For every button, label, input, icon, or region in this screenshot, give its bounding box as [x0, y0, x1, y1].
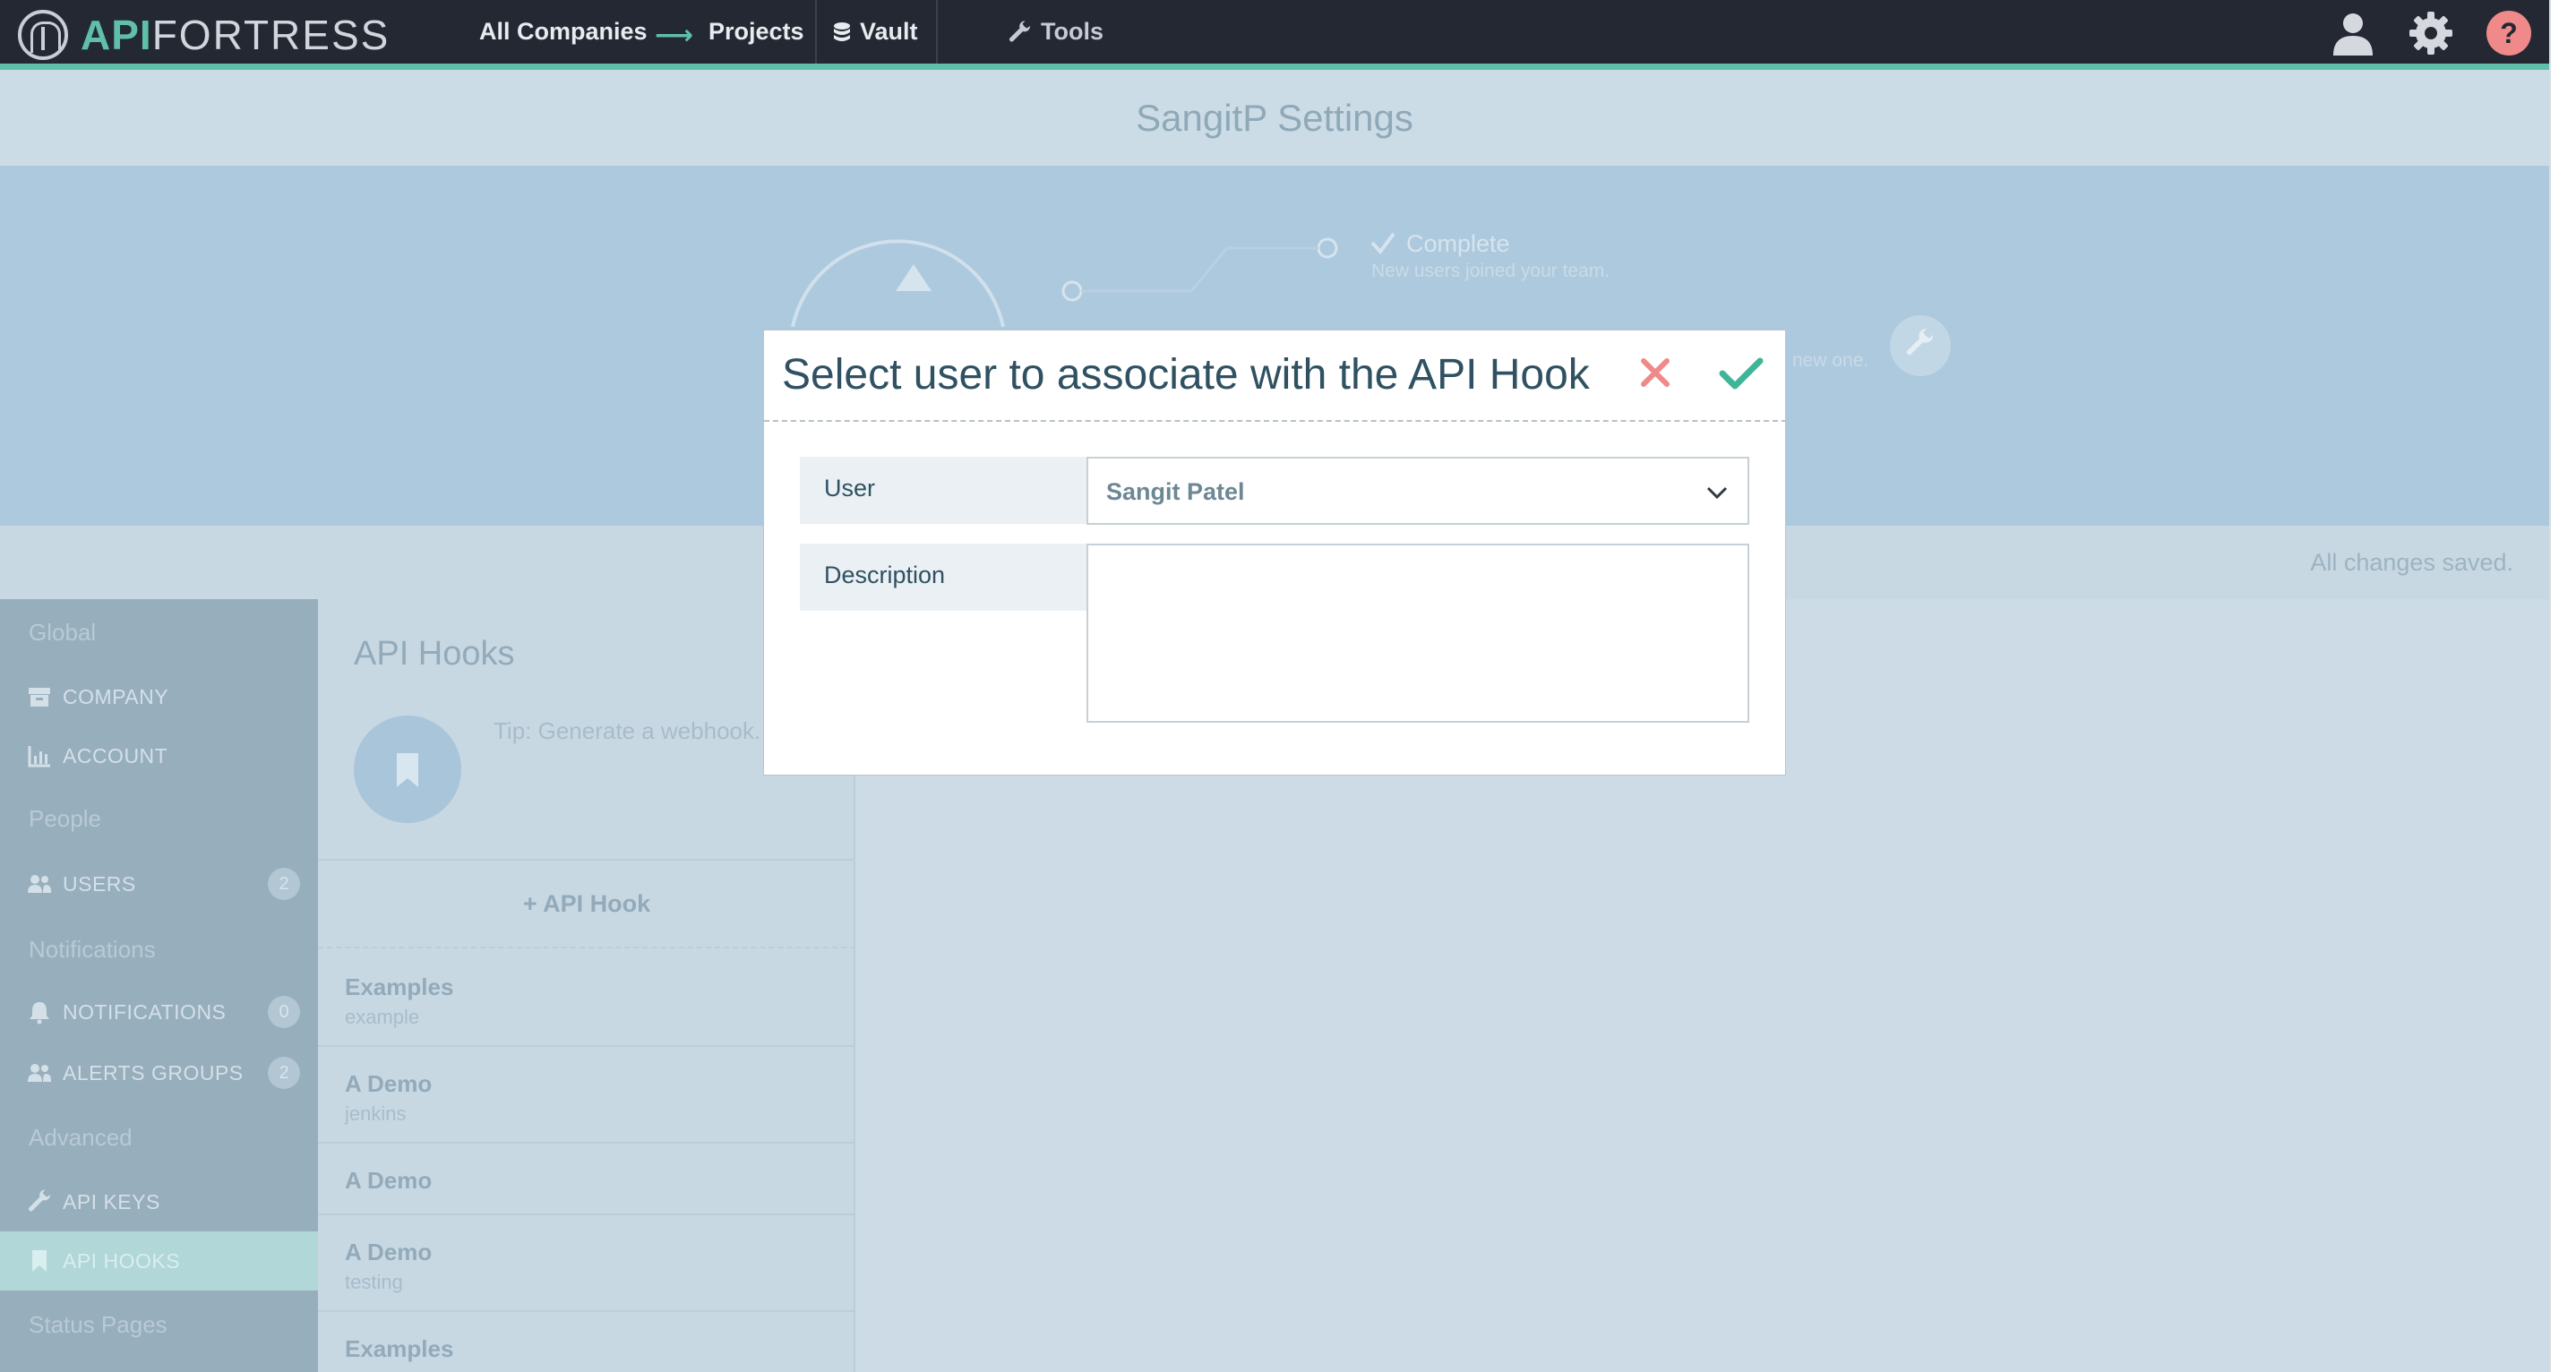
hooks-tip: Tip: Generate a webhook.	[494, 717, 761, 744]
scrollbar-track[interactable]	[2549, 0, 2576, 1372]
check-icon	[1370, 232, 1395, 255]
hook-name: Examples	[345, 1335, 454, 1362]
description-field-label: Description	[800, 544, 1086, 611]
nav-projects-label: Projects	[708, 18, 804, 45]
hook-list-item[interactable]: A Demo jenkins	[318, 1047, 855, 1144]
api-hooks-title: API Hooks	[354, 635, 515, 673]
hook-list-item[interactable]: Examples example	[318, 950, 855, 1047]
hooks-badge	[354, 716, 461, 823]
confirm-check-icon[interactable]	[1717, 350, 1765, 395]
sidebar-item-label: COMPANY	[63, 684, 169, 708]
nav-all-companies-label: All Companies	[479, 18, 648, 45]
user-select-value: Sangit Patel	[1106, 478, 1245, 505]
sidebar-item-users[interactable]: USERS 2	[0, 854, 318, 913]
bookmark-icon	[397, 753, 418, 787]
modal-divider	[764, 420, 1787, 422]
sidebar-section-advanced: Advanced	[29, 1124, 133, 1151]
description-textarea[interactable]	[1086, 544, 1749, 723]
hook-name: Examples	[345, 973, 454, 1000]
users-count-badge: 2	[268, 868, 300, 900]
nav-projects[interactable]: Projects	[708, 0, 804, 64]
wrench-icon	[1009, 20, 1031, 41]
add-api-hook-label: + API Hook	[522, 889, 651, 917]
user-icon[interactable]	[2329, 9, 2377, 57]
modal-title: Select user to associate with the API Ho…	[782, 351, 1590, 399]
account-icon	[896, 264, 932, 291]
hook-name: A Demo	[345, 1070, 433, 1097]
sidebar-item-account[interactable]: ACCOUNT	[0, 726, 318, 785]
hook-list-item[interactable]: Examples	[318, 1312, 855, 1372]
nav-tools[interactable]: Tools	[1009, 0, 1103, 64]
sidebar-item-label: API KEYS	[63, 1189, 160, 1213]
nav-divider	[936, 0, 938, 64]
hook-subtitle: example	[345, 1006, 420, 1028]
sidebar-section-status-pages: Status Pages	[29, 1311, 167, 1338]
bookmark-icon	[32, 1250, 47, 1272]
step-partial-text: new one.	[1792, 350, 1869, 371]
select-user-modal: Select user to associate with the API Ho…	[763, 330, 1787, 776]
apifortress-logo[interactable]: API FORTRESS	[18, 9, 390, 61]
notifications-count-badge: 0	[268, 996, 300, 1028]
logo-mark-icon	[18, 10, 68, 60]
sidebar-section-global: Global	[29, 619, 97, 646]
chevron-down-icon	[1706, 486, 1728, 500]
close-icon[interactable]	[1633, 350, 1678, 395]
arrow-right-icon: ⟶	[655, 21, 694, 50]
sidebar-item-label: ALERTS GROUPS	[63, 1060, 244, 1085]
help-icon[interactable]: ?	[2485, 9, 2533, 57]
logo-api-text: API	[81, 12, 152, 58]
hook-name: A Demo	[345, 1167, 433, 1194]
sidebar-item-api-keys[interactable]: API KEYS	[0, 1172, 318, 1231]
top-navbar: API FORTRESS All Companies ⟶ Projects Va…	[0, 0, 2549, 70]
user-field-label: User	[800, 457, 1086, 524]
nav-all-companies[interactable]: All Companies	[479, 0, 648, 64]
nav-vault[interactable]: Vault	[833, 0, 918, 64]
hook-list-item[interactable]: A Demo	[318, 1144, 855, 1215]
sidebar-item-notifications[interactable]: NOTIFICATIONS 0	[0, 982, 318, 1042]
step-complete-desc: New users joined your team.	[1371, 261, 1610, 281]
sidebar-section-people: People	[29, 805, 101, 832]
hook-subtitle: jenkins	[345, 1102, 407, 1125]
sidebar-item-label: NOTIFICATIONS	[63, 999, 227, 1024]
database-icon	[834, 21, 850, 41]
hook-name: A Demo	[345, 1239, 433, 1265]
step-complete-title: Complete	[1406, 230, 1510, 257]
nav-tools-label: Tools	[1041, 18, 1103, 45]
add-api-hook-button[interactable]: + API Hook	[318, 859, 855, 948]
hook-subtitle: testing	[345, 1271, 403, 1293]
sidebar-section-notifications: Notifications	[29, 936, 156, 963]
progress-arc	[791, 239, 1005, 328]
users-icon	[28, 875, 51, 893]
sidebar-item-label: USERS	[63, 871, 136, 896]
sidebar-item-label: API HOOKS	[63, 1248, 181, 1273]
bar-chart-icon	[28, 746, 50, 767]
svg-text:?: ?	[2500, 17, 2518, 49]
nav-divider	[815, 0, 817, 64]
step-node	[1061, 280, 1083, 302]
alerts-groups-count-badge: 2	[268, 1057, 300, 1089]
sidebar-item-label: ACCOUNT	[63, 743, 168, 767]
sidebar-item-alerts-groups[interactable]: ALERTS GROUPS 2	[0, 1043, 318, 1102]
wrench-icon	[28, 1189, 51, 1212]
bell-icon	[30, 1002, 49, 1025]
save-status: All changes saved.	[2310, 549, 2513, 576]
nav-vault-label: Vault	[860, 18, 918, 45]
sidebar-item-company[interactable]: COMPANY	[0, 667, 318, 726]
hook-list-item[interactable]: A Demo testing	[318, 1215, 855, 1312]
archive-icon	[29, 688, 50, 707]
user-select[interactable]: Sangit Patel	[1086, 457, 1749, 525]
step-node	[1317, 237, 1338, 259]
page-title: SangitP Settings	[1136, 96, 1413, 139]
gear-icon[interactable]	[2407, 9, 2455, 57]
users-icon	[28, 1064, 51, 1082]
step-connector	[1081, 246, 1318, 293]
sidebar-item-api-hooks[interactable]: API HOOKS	[0, 1231, 318, 1291]
settings-circle	[1890, 315, 1951, 376]
settings-sidebar: Global COMPANY ACCOUNT People USERS 2 No…	[0, 599, 318, 1372]
page-title-bar: SangitP Settings	[0, 70, 2549, 166]
logo-fortress-text: FORTRESS	[151, 12, 391, 58]
